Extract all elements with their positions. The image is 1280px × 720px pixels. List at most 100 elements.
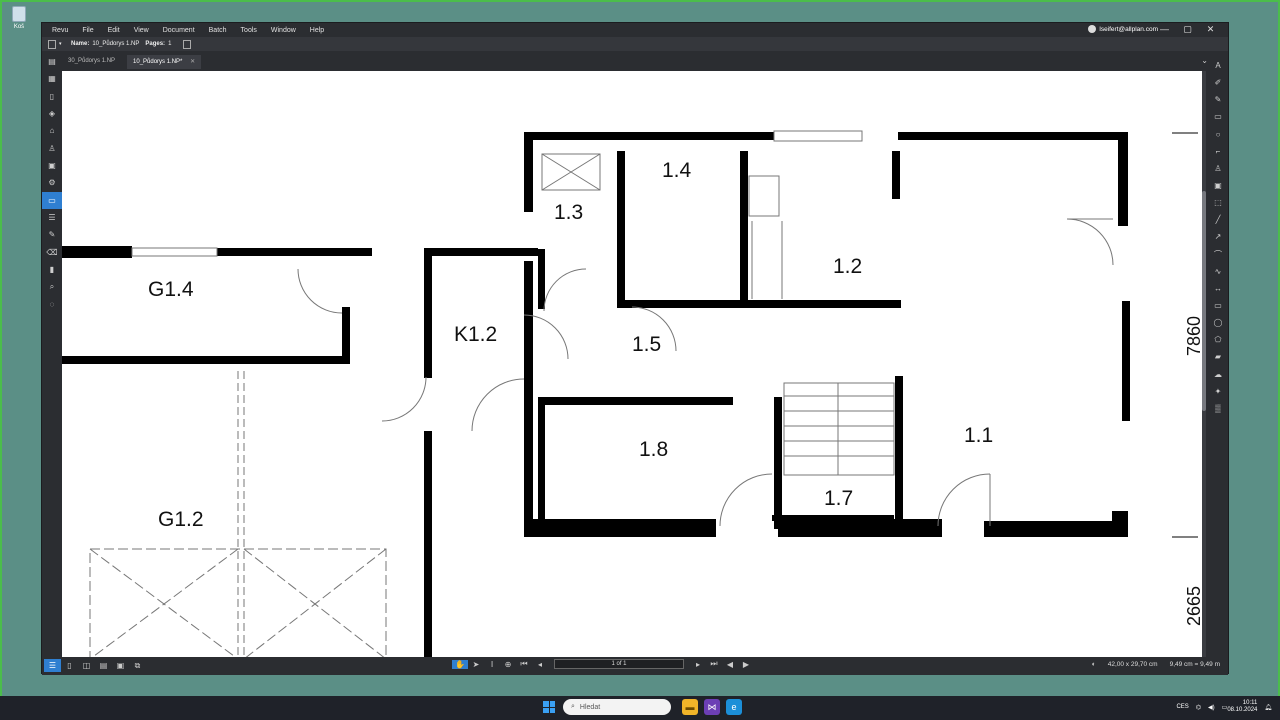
name-value[interactable]: 10_Půdorys 1.NP — [92, 41, 139, 47]
settings-icon[interactable]: ⚙ — [42, 174, 62, 191]
links-icon[interactable]: ◌ — [42, 296, 62, 313]
windows-start-icon[interactable] — [543, 701, 555, 713]
image-icon[interactable]: ▣ — [1208, 177, 1228, 194]
menu-edit[interactable]: Edit — [108, 27, 120, 34]
contrast-icon[interactable]: ◐ — [1092, 661, 1096, 668]
stamp-dropdown-icon[interactable]: ♙ — [1208, 160, 1228, 177]
visual-studio-icon[interactable]: ⋈ — [704, 699, 720, 715]
recycle-bin[interactable]: Koš — [8, 6, 30, 30]
grid-icon[interactable]: ▦ — [42, 70, 62, 87]
minimize-button[interactable]: — — [1153, 24, 1176, 35]
markups-list-icon[interactable]: ☰ — [42, 209, 62, 226]
menu-help[interactable]: Help — [310, 27, 324, 34]
dimension-icon[interactable]: ↔ — [1208, 280, 1228, 297]
stamp-tool-icon[interactable]: ▭ — [1208, 108, 1228, 125]
language-indicator[interactable]: CES — [1176, 704, 1188, 710]
select-tool-icon[interactable]: ➤ — [468, 660, 484, 669]
dimension-label-7860: 7860 — [1184, 316, 1202, 356]
right-markup-toolbar: A ✐ ✎ ▭ ○ ⌐ ♙ ▣ ⬚ ╱ ↗ ⌒ ∿ ↔ ▭ ◯ ⬠ ▰ ☁ ✦ … — [1208, 57, 1228, 417]
cloud-tool-icon[interactable]: ☁ — [1208, 366, 1228, 383]
ellipse-tool-icon[interactable]: ◯ — [1208, 314, 1228, 331]
text-select-icon[interactable]: Ⅰ — [484, 660, 500, 669]
arc-tool-icon[interactable]: ⌒ — [1208, 246, 1228, 263]
drawing-canvas[interactable]: 1.4 1.3 1.2 G1.4 K1.2 1.5 1.8 1.1 1.7 G1… — [62, 71, 1202, 657]
list-view-icon[interactable]: ☰ — [44, 659, 61, 672]
line-tool-icon[interactable]: ╱ — [1208, 211, 1228, 228]
forward-icon[interactable]: ▶ — [738, 660, 754, 669]
measurements-icon[interactable]: ▭ — [42, 191, 62, 209]
taskbar-search[interactable]: ⌕ Hledat — [563, 699, 671, 715]
title-bar: Revu File Edit View Document Batch Tools… — [42, 23, 1228, 37]
stamp-icon[interactable]: ♙ — [42, 140, 62, 157]
chevron-down-icon[interactable]: ▾ — [59, 41, 65, 47]
polyline-icon[interactable]: ∿ — [1208, 263, 1228, 280]
bookmarks-icon[interactable]: ▯ — [42, 88, 62, 105]
back-icon[interactable]: ◀ — [722, 660, 738, 669]
menu-file[interactable]: File — [82, 27, 93, 34]
floor-plan: 1.4 1.3 1.2 G1.4 K1.2 1.5 1.8 1.1 1.7 G1… — [62, 130, 1202, 657]
layers-icon[interactable]: ◈ — [42, 105, 62, 122]
close-button[interactable]: ✕ — [1199, 24, 1222, 35]
page-icon[interactable] — [183, 39, 192, 49]
toolchest-icon[interactable]: ⌂ — [42, 122, 62, 139]
page-indicator[interactable]: 1 of 1 — [554, 659, 684, 669]
scrollbar-thumb[interactable] — [1202, 191, 1206, 411]
walls — [62, 132, 1130, 657]
circle-tool-icon[interactable]: ○ — [1208, 126, 1228, 143]
fixtures — [89, 130, 1114, 657]
properties-icon[interactable]: ▣ — [42, 157, 62, 174]
thumbnails-icon[interactable]: ▤ — [42, 53, 62, 70]
maximize-button[interactable]: ▢ — [1176, 24, 1199, 35]
first-page-icon[interactable]: ⏮ — [516, 659, 532, 669]
file-explorer-icon[interactable]: ▬ — [682, 699, 698, 715]
recycle-bin-label: Koš — [13, 24, 25, 30]
tabs-dropdown-icon[interactable]: ⌄ — [1201, 56, 1208, 65]
clock[interactable]: 10:11 08.10.2024 — [1227, 700, 1257, 714]
menu-revu[interactable]: Revu — [52, 27, 68, 34]
zoom-icon[interactable]: ⊕ — [500, 660, 516, 669]
hatch-tool-icon[interactable]: ▒ — [1208, 400, 1228, 417]
menu-view[interactable]: View — [134, 27, 149, 34]
tag-icon[interactable]: ⌫ — [42, 244, 62, 261]
rectangle-tool-icon[interactable]: ▭ — [1208, 297, 1228, 314]
menu-batch[interactable]: Batch — [209, 27, 227, 34]
pen-icon[interactable]: ✎ — [1208, 91, 1228, 108]
tab-30-pudorys[interactable]: 30_Půdorys 1.NP — [62, 55, 121, 69]
menu-window[interactable]: Window — [271, 27, 296, 34]
text-tool-icon[interactable]: A — [1208, 57, 1228, 74]
signature-icon[interactable]: ✎ — [42, 226, 62, 243]
account-menu[interactable]: lseifert@allplan.com — [1088, 25, 1158, 33]
network-icon[interactable]: ⌬ — [1196, 704, 1201, 711]
vertical-scrollbar[interactable] — [1202, 71, 1206, 657]
document-icon[interactable] — [48, 39, 56, 49]
pages-value: 1 — [168, 41, 172, 47]
split-horizontal-icon[interactable]: ▤ — [95, 659, 112, 672]
tab-label: 10_Půdorys 1.NP* — [133, 59, 183, 65]
polygon-tool-icon[interactable]: ⬠ — [1208, 331, 1228, 348]
split-vertical-icon[interactable]: ◫ — [78, 659, 95, 672]
area-tool-icon[interactable]: ▰ — [1208, 348, 1228, 365]
arrow-tool-icon[interactable]: ↗ — [1208, 228, 1228, 245]
edge-browser-icon[interactable]: e — [726, 699, 742, 715]
notification-bell-icon[interactable]: 🔔︎ — [1264, 704, 1272, 711]
crop-icon[interactable]: ⬚ — [1208, 194, 1228, 211]
volume-icon[interactable]: ◀) — [1208, 704, 1215, 711]
next-page-icon[interactable]: ▸ — [690, 660, 706, 669]
room-label-1-1: 1.1 — [964, 424, 993, 447]
highlighter-icon[interactable]: ✐ — [1208, 74, 1228, 91]
lock-icon[interactable]: ▮ — [42, 261, 62, 278]
menu-tools[interactable]: Tools — [241, 27, 257, 34]
close-tab-icon[interactable]: ✕ — [190, 59, 195, 65]
prev-page-icon[interactable]: ◂ — [532, 660, 548, 669]
search-icon[interactable]: ⌕ — [42, 278, 62, 295]
callout-icon[interactable]: ⌐ — [1208, 143, 1228, 160]
last-page-icon[interactable]: ⏭ — [706, 659, 722, 669]
count-tool-icon[interactable]: ✦ — [1208, 383, 1228, 400]
search-icon: ⌕ — [571, 703, 575, 710]
sync-icon[interactable]: ⧉ — [129, 659, 146, 672]
pan-tool-icon[interactable]: ✋ — [452, 659, 468, 669]
menu-document[interactable]: Document — [163, 27, 195, 34]
single-page-icon[interactable]: ▯ — [61, 659, 78, 672]
tab-10-pudorys[interactable]: 10_Půdorys 1.NP* ✕ — [127, 55, 202, 69]
compare-icon[interactable]: ▣ — [112, 659, 129, 672]
